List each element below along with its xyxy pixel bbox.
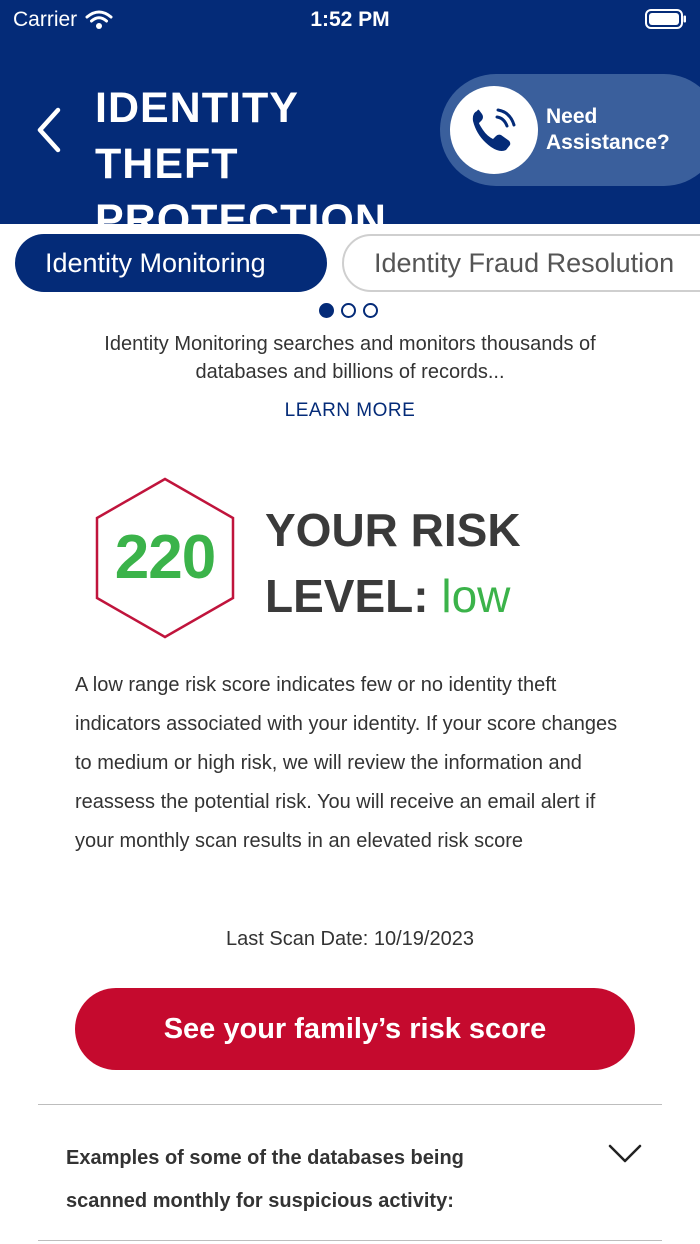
- intro-text: Identity Monitoring searches and monitor…: [104, 333, 596, 383]
- tab-bar: Identity Monitoring Identity Fraud Resol…: [0, 232, 700, 296]
- page-dot-2[interactable]: [341, 303, 356, 318]
- page-indicator[interactable]: [319, 303, 378, 318]
- risk-level-heading: YOUR RISK LEVEL: low: [265, 497, 645, 629]
- risk-description: A low range risk score indicates few or …: [75, 674, 618, 852]
- phone-icon-circle: [450, 86, 538, 174]
- tab-identity-fraud-resolution[interactable]: Identity Fraud Resolution: [342, 234, 700, 292]
- accordion-label: Examples of some of the databases being …: [66, 1147, 464, 1212]
- last-scan-date: Last Scan Date: 10/19/2023: [226, 928, 474, 950]
- status-bar: Carrier 1:52 PM: [0, 0, 700, 40]
- need-assistance-button[interactable]: Need Assistance?: [440, 74, 700, 186]
- tab-identity-monitoring[interactable]: Identity Monitoring: [15, 234, 327, 292]
- risk-level-label: LEVEL:: [265, 570, 429, 622]
- page-dot-3[interactable]: [363, 303, 378, 318]
- databases-accordion[interactable]: Examples of some of the databases being …: [38, 1105, 662, 1241]
- page-dot-1[interactable]: [319, 303, 334, 318]
- learn-more-link[interactable]: LEARN MORE: [0, 400, 700, 422]
- risk-level-value: low: [441, 570, 511, 622]
- header: Carrier 1:52 PM IDENTITY THEFT PROTECTIO…: [0, 0, 700, 244]
- back-chevron-icon[interactable]: [30, 105, 70, 155]
- need-assistance-label: Need Assistance?: [546, 105, 670, 154]
- risk-score: 220: [114, 523, 216, 592]
- risk-heading-line2: LEVEL: low: [265, 563, 645, 629]
- risk-heading-line1: YOUR RISK: [265, 504, 521, 556]
- divider-bottom: [38, 1240, 662, 1241]
- chevron-down-icon[interactable]: [608, 1143, 642, 1165]
- page-title: IDENTITY THEFT PROTECTION: [95, 84, 387, 244]
- clock: 1:52 PM: [310, 8, 390, 31]
- phone-icon: [472, 108, 516, 151]
- family-risk-score-button[interactable]: See your family’s risk score: [75, 988, 635, 1070]
- battery-icon: [645, 9, 686, 29]
